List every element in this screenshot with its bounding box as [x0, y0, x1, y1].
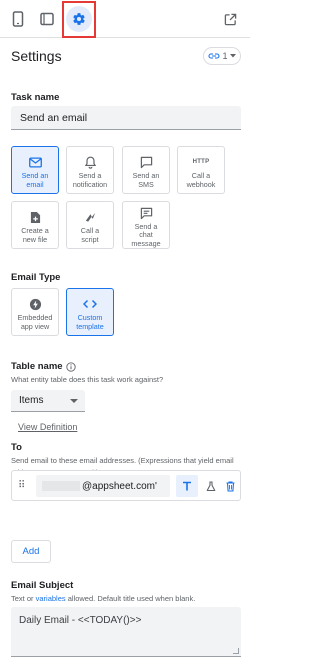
trash-icon	[226, 480, 234, 492]
email-type-custom-template[interactable]: Custom template	[66, 288, 114, 336]
chat-message-icon	[140, 207, 152, 219]
to-email-row: ⠿ @appsheet.com'	[11, 470, 241, 501]
task-type-call-script[interactable]: Call a script	[66, 201, 114, 249]
new-file-icon	[30, 211, 40, 223]
drag-handle-icon[interactable]: ⠿	[18, 480, 25, 491]
tile-label-line2: app view	[20, 321, 50, 331]
to-label: To	[11, 442, 22, 453]
tile-label-line2: notification	[72, 179, 108, 189]
tablet-icon	[40, 12, 54, 26]
table-name-help: What entity table does this task work ag…	[11, 375, 164, 384]
chat-bubble-icon	[140, 156, 152, 168]
phone-icon	[12, 11, 24, 27]
table-name-label: Table name	[11, 361, 63, 372]
link-chip-value: 1	[222, 51, 228, 61]
phone-preview-button[interactable]	[4, 5, 32, 33]
add-email-button[interactable]: Add	[11, 540, 51, 563]
chevron-down-icon	[229, 54, 236, 58]
email-subject-help: Text or variables allowed. Default title…	[11, 593, 241, 605]
link-icon	[208, 53, 221, 59]
task-type-send-notification[interactable]: Send a notification	[66, 146, 114, 194]
tile-label-line3: message	[131, 238, 161, 248]
code-icon	[83, 299, 97, 309]
http-icon: HTTP	[192, 159, 210, 165]
settings-tab-button[interactable]	[65, 5, 93, 33]
text-format-icon	[183, 481, 191, 491]
redacted-text	[42, 481, 80, 491]
delete-email-button[interactable]	[219, 475, 241, 497]
task-type-send-email[interactable]: Send an email	[11, 146, 59, 194]
task-type-create-file[interactable]: Create a new file	[11, 201, 59, 249]
email-subject-input[interactable]: Daily Email - <<TODAY()>>	[11, 607, 241, 657]
to-email-value: @appsheet.com'	[82, 480, 157, 492]
view-definition-link[interactable]: View Definition	[18, 422, 77, 432]
to-email-input[interactable]: @appsheet.com'	[36, 475, 170, 497]
mail-icon	[28, 156, 42, 168]
table-name-heading: Table name	[11, 361, 76, 372]
email-subject-value: Daily Email - <<TODAY()>>	[19, 615, 142, 626]
tile-label-line2: script	[81, 234, 99, 244]
top-toolbar	[0, 0, 250, 38]
tile-label-line2: email	[26, 179, 44, 189]
text-mode-button[interactable]	[176, 475, 198, 497]
table-name-selected: Items	[19, 395, 44, 406]
gear-icon	[73, 13, 85, 25]
bell-icon	[84, 156, 96, 169]
task-type-call-webhook[interactable]: HTTP Call a webhook	[177, 146, 225, 194]
flask-icon	[206, 480, 216, 491]
tile-label-line2: SMS	[138, 179, 154, 189]
tile-label-line2: webhook	[186, 179, 216, 189]
tile-label-line2: new file	[22, 234, 48, 244]
variables-link[interactable]: variables	[36, 594, 66, 603]
link-dropdown-chip[interactable]: 1	[203, 47, 241, 65]
tablet-preview-button[interactable]	[33, 5, 61, 33]
email-type-embedded-app-view[interactable]: Embedded app view	[11, 288, 59, 336]
email-subject-label: Email Subject	[11, 580, 74, 591]
task-type-send-chat-message[interactable]: Send a chat message	[122, 201, 170, 249]
open-external-button[interactable]	[216, 5, 244, 33]
page-title: Settings	[11, 48, 62, 64]
tile-label-line2: template	[76, 321, 104, 331]
info-icon[interactable]	[65, 361, 76, 372]
open-external-icon	[224, 13, 236, 25]
task-type-send-sms[interactable]: Send an SMS	[122, 146, 170, 194]
settings-tab-bg	[66, 6, 92, 32]
script-icon	[85, 212, 95, 222]
task-name-label: Task name	[11, 92, 60, 103]
task-name-input[interactable]: Send an email	[11, 106, 241, 130]
bolt-icon	[29, 298, 41, 310]
help-text-suffix: allowed. Default title used when blank.	[67, 594, 196, 603]
email-type-label: Email Type	[11, 272, 61, 283]
help-text-prefix: Text or	[11, 594, 34, 603]
table-name-select[interactable]: Items	[11, 390, 85, 412]
dropdown-caret-icon	[70, 399, 78, 403]
resize-handle-icon[interactable]	[233, 648, 239, 654]
